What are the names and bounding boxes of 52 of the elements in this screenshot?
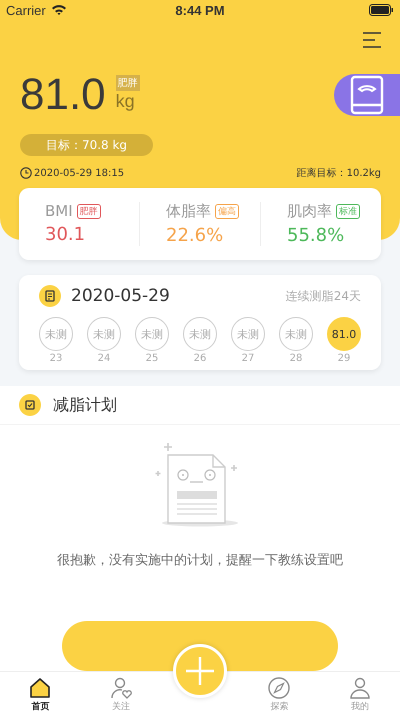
metric-label: 体脂率 xyxy=(166,202,211,221)
compass-icon xyxy=(267,676,292,700)
metric-status-tag: 标准 xyxy=(336,204,360,219)
day-weight-circle[interactable]: 未测 xyxy=(39,317,73,351)
target-weight-pill: 目标：70.8 kg xyxy=(20,134,153,156)
weight-unit: kg xyxy=(116,91,136,112)
distance-to-target: 距离目标：10.2kg xyxy=(296,166,381,180)
day-number: 29 xyxy=(338,353,350,364)
measured-time: 2020-05-29 18:15 xyxy=(34,168,124,178)
day-weight-circle[interactable]: 未测 xyxy=(135,317,169,351)
plan-title: 减脂计划 xyxy=(53,394,117,416)
person-icon xyxy=(348,676,372,700)
weight-value: 81.0 xyxy=(20,69,106,121)
metric-value: 30.1 xyxy=(45,224,86,245)
day-number: 26 xyxy=(194,353,206,364)
day-weight-circle[interactable]: 未测 xyxy=(279,317,313,351)
empty-plan-message: 很抱歉，没有实施中的计划，提醒一下教练设置吧 xyxy=(57,552,343,569)
record-date: 2020-05-29 xyxy=(71,286,170,306)
day-weight-circle[interactable]: 未测 xyxy=(183,317,217,351)
clock-time: 8:44 PM xyxy=(174,2,226,18)
clock-icon xyxy=(20,167,32,179)
metric-value: 55.8% xyxy=(287,225,346,246)
streak-label: 连续测脂24天 xyxy=(286,288,361,304)
carrier-label: Carrier xyxy=(6,2,46,18)
day-number: 25 xyxy=(146,353,158,364)
weight-status-tag: 肥胖 xyxy=(116,75,140,91)
day-number: 23 xyxy=(50,353,62,364)
day-weight-circle[interactable]: 未测 xyxy=(87,317,121,351)
metric-status-tag: 偏高 xyxy=(215,204,239,219)
nav-tab[interactable]: 我的 xyxy=(320,672,400,715)
wifi-icon xyxy=(50,4,67,16)
metric-value: 22.6% xyxy=(166,225,224,246)
nav-tab[interactable]: 首页 xyxy=(0,672,80,715)
scale-button[interactable] xyxy=(334,74,400,116)
day-weight-circle[interactable]: 未测 xyxy=(231,317,265,351)
metric-label: 肌肉率 xyxy=(287,202,332,221)
day-number: 24 xyxy=(98,353,110,364)
battery-icon xyxy=(369,4,394,16)
nav-tab[interactable]: 探索 xyxy=(239,672,320,715)
menu-icon[interactable] xyxy=(362,32,382,48)
day-weight-circle[interactable]: 81.0 xyxy=(327,317,361,351)
plus-icon xyxy=(185,656,215,686)
scale-icon xyxy=(350,75,384,115)
person-heart-icon xyxy=(108,676,133,700)
metric-status-tag: 肥胖 xyxy=(76,204,101,218)
checklist-icon xyxy=(19,394,41,416)
day-number: 28 xyxy=(290,353,302,364)
metric-label: BMI xyxy=(45,202,73,220)
day-number: 27 xyxy=(242,353,254,364)
home-icon xyxy=(28,676,52,700)
nav-tab[interactable]: 关注 xyxy=(80,672,161,715)
notes-icon xyxy=(39,285,61,307)
